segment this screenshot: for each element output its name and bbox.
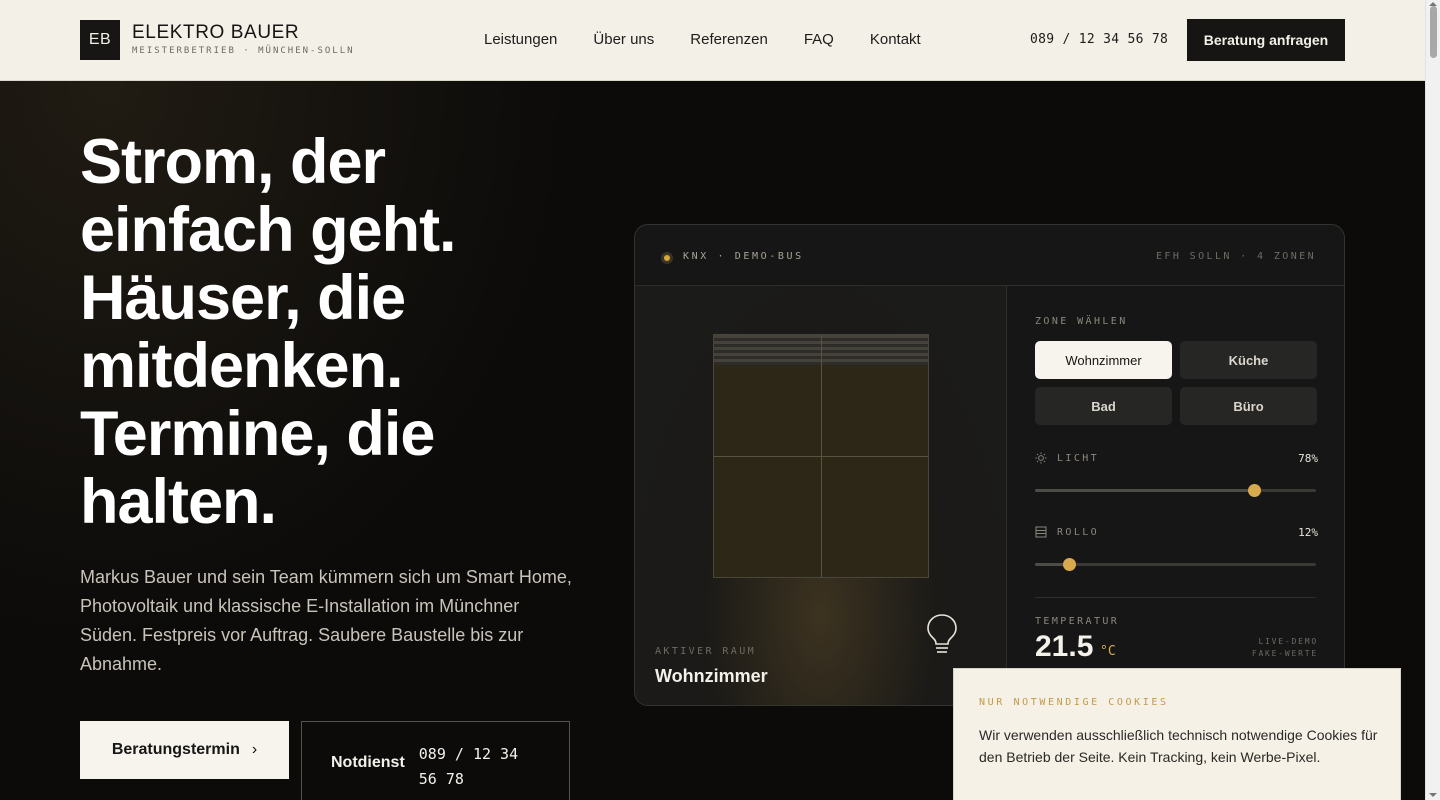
header-phone-link[interactable]: 089 / 12 34 56 78 <box>1030 32 1168 47</box>
site-header: EB ELEKTRO BAUER MEISTERBETRIEB · MÜNCHE… <box>0 0 1425 81</box>
zone-button-wohnzimmer[interactable]: Wohnzimmer <box>1035 341 1172 379</box>
emergency-service-button[interactable]: Notdienst 089 / 12 34 56 78 <box>301 721 570 800</box>
logo[interactable]: EB <box>80 20 120 60</box>
demo-panel-header: KNX · DEMO-BUS EFH SOLLN · 4 ZONEN <box>635 225 1344 286</box>
nav-item-referenzen[interactable]: Referenzen <box>690 31 768 48</box>
temperature-value: 21.5 <box>1035 630 1094 663</box>
page-scrollbar[interactable] <box>1425 0 1440 800</box>
consultation-request-button[interactable]: Beratung anfragen <box>1187 19 1345 61</box>
cookie-banner: NUR NOTWENDIGE COOKIES Wir verwenden aus… <box>953 668 1401 800</box>
main-nav: Leistungen Über uns Referenzen FAQ Konta… <box>484 31 921 48</box>
blind-label: ROLLO <box>1057 527 1100 538</box>
light-value: 78% <box>1298 452 1318 465</box>
demo-note-line2: FAKE-WERTE <box>1251 649 1318 658</box>
window-illustration <box>713 334 929 578</box>
temperature-unit: °C <box>1100 644 1116 659</box>
chevron-right-icon: › <box>251 741 258 758</box>
blind-slider-handle[interactable] <box>1062 558 1076 571</box>
demo-note: LIVE-DEMO FAKE-WERTE <box>1252 636 1318 660</box>
brand-tagline: MEISTERBETRIEB · MÜNCHEN-SOLLN <box>132 46 355 56</box>
temperature-label: TEMPERATUR <box>1035 616 1120 627</box>
brand-name[interactable]: ELEKTRO BAUER <box>132 22 299 44</box>
demo-controls: ZONE WÄHLEN Wohnzimmer Küche Bad Büro LI… <box>1007 286 1344 705</box>
blind-value: 12% <box>1298 526 1318 539</box>
cookie-text: Wir verwenden ausschließlich technisch n… <box>979 727 1378 765</box>
nav-item-ueber-uns[interactable]: Über uns <box>593 31 654 48</box>
nav-item-faq[interactable]: FAQ <box>804 31 834 48</box>
hero-headline: Strom, der einfach geht. Häuser, die mit… <box>80 127 457 537</box>
scrollbar-thumb[interactable] <box>1430 6 1437 58</box>
hero-intro: Markus Bauer und sein Team kümmern sich … <box>80 567 572 674</box>
appointment-button[interactable]: Beratungstermin › <box>80 721 289 779</box>
appointment-button-label: Beratungstermin <box>111 741 240 758</box>
emergency-label: Notdienst <box>331 754 405 771</box>
light-label: LICHT <box>1057 453 1100 464</box>
zone-button-bad[interactable]: Bad <box>1035 387 1172 425</box>
light-slider-handle[interactable] <box>1248 484 1262 497</box>
cookie-title: NUR NOTWENDIGE COOKIES <box>979 697 1169 708</box>
blind-slider[interactable] <box>1035 558 1316 571</box>
active-room-name: Wohnzimmer <box>655 666 768 686</box>
zone-select-label: ZONE WÄHLEN <box>1035 316 1128 327</box>
zone-button-kueche[interactable]: Küche <box>1180 341 1317 379</box>
status-dot-icon <box>661 252 673 264</box>
zone-button-buero[interactable]: Büro <box>1180 387 1317 425</box>
blind-icon <box>1035 526 1047 538</box>
demo-meta: EFH SOLLN · 4 ZONEN <box>1156 251 1316 262</box>
nav-item-kontakt[interactable]: Kontakt <box>870 31 921 48</box>
room-visualization: AKTIVER RAUM Wohnzimmer <box>635 286 1007 705</box>
controls-divider <box>1035 597 1316 598</box>
sun-icon <box>1035 452 1047 464</box>
light-slider[interactable] <box>1035 484 1316 497</box>
demo-bus-tag: KNX · DEMO-BUS <box>683 251 804 262</box>
scroll-down-icon[interactable] <box>1429 793 1437 797</box>
emergency-phone: 089 / 12 34 56 78 <box>418 745 519 788</box>
demo-note-line1: LIVE-DEMO <box>1258 637 1318 646</box>
nav-item-leistungen[interactable]: Leistungen <box>484 31 557 48</box>
active-room-label: AKTIVER RAUM <box>655 646 757 657</box>
smart-home-demo-panel: KNX · DEMO-BUS EFH SOLLN · 4 ZONEN AKTIV… <box>634 224 1345 706</box>
lightbulb-icon <box>927 614 957 653</box>
